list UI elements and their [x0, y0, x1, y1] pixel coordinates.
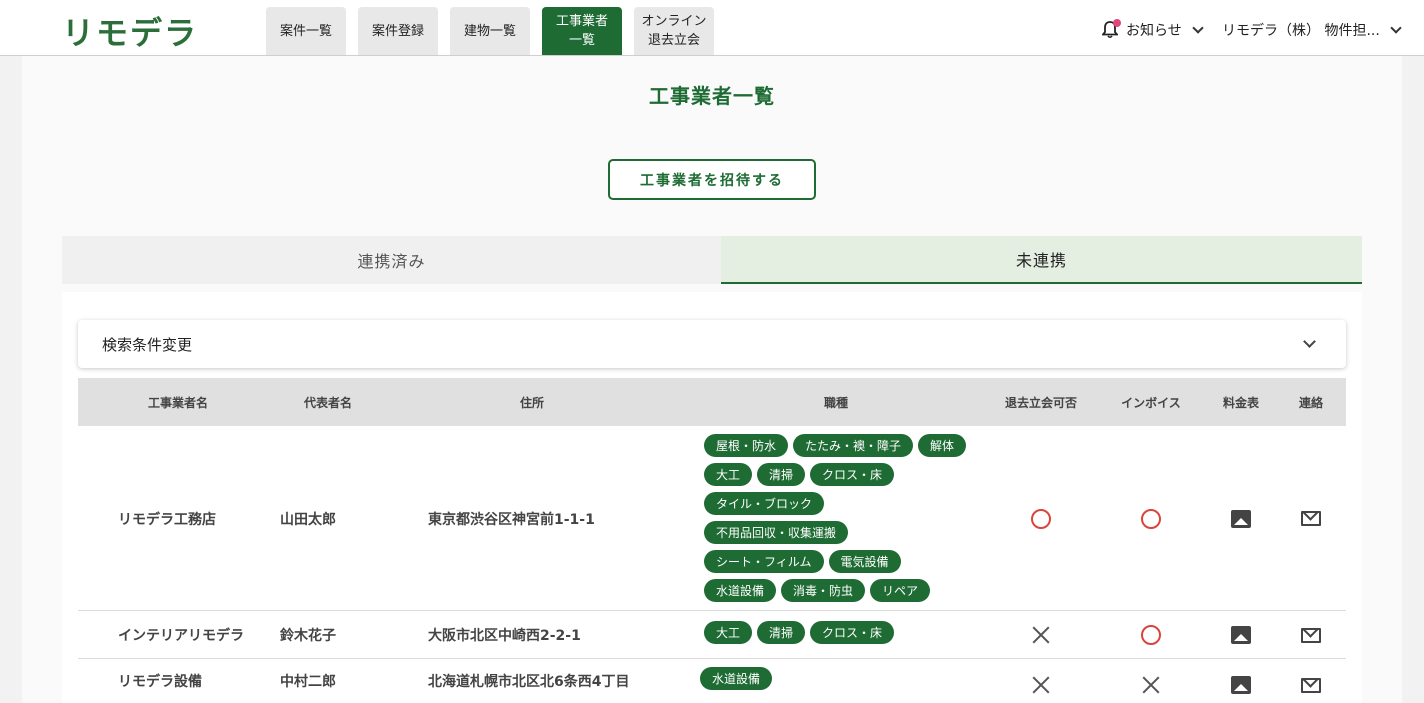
notification-menu[interactable]: お知らせ [1101, 19, 1204, 40]
logo[interactable]: リモデラ [62, 8, 198, 54]
notification-label: お知らせ [1126, 23, 1182, 39]
invoice-status [1096, 611, 1206, 659]
table-row[interactable]: インテリアリモデラ 鈴木花子 大阪市北区中崎西2-2-1 大工 清掃 クロス・床 [78, 611, 1346, 659]
contact-cell [1276, 611, 1346, 659]
nav-tab-label-line2: 退去立会 [647, 33, 700, 48]
column-header: 退去立会可否 [1004, 395, 1077, 410]
trade-tag: 水道設備 [700, 667, 773, 690]
nav-tab-contractor-list[interactable]: 工事業者 一覧 [542, 7, 622, 55]
representative-name: 鈴木花子 [280, 628, 336, 644]
search-conditions-label: 検索条件変更 [102, 335, 193, 354]
move-out-status [986, 663, 1096, 703]
right-margin [1402, 56, 1424, 703]
price-list-cell [1206, 426, 1276, 611]
trade-tag: 水道設備 [704, 579, 777, 602]
column-header: 工事業者名 [147, 395, 208, 410]
nav-tab-building-list[interactable]: 建物一覧 [450, 7, 530, 55]
nav-tab-label-line2: 一覧 [568, 33, 595, 48]
image-icon[interactable] [1231, 626, 1251, 644]
bell-icon [1101, 19, 1121, 39]
column-header: 代表者名 [303, 395, 352, 410]
mail-icon[interactable] [1301, 627, 1321, 643]
trade-tag: たたみ・襖・障子 [793, 434, 914, 457]
company-name: リモデラ工務店 [118, 511, 216, 528]
trade-tag: 清掃 [757, 621, 806, 644]
price-list-cell [1206, 663, 1276, 703]
chevron-down-icon [1303, 335, 1316, 348]
column-header: 料金表 [1222, 395, 1259, 410]
price-list-cell [1206, 611, 1276, 659]
column-header: インボイス [1121, 395, 1181, 410]
tab-label: 連携済み [357, 252, 426, 271]
column-header: 職種 [823, 395, 848, 410]
trade-tag: 清掃 [757, 463, 806, 486]
tab-linked[interactable]: 連携済み [62, 236, 721, 284]
trade-tag: 不用品回収・収集運搬 [704, 521, 849, 544]
representative-name: 中村二郎 [280, 674, 336, 690]
tab-unlinked[interactable]: 未連携 [721, 236, 1362, 284]
column-header: 住所 [519, 395, 544, 410]
nav-tab-project-list[interactable]: 案件一覧 [266, 7, 346, 55]
cross-ng-icon [1032, 676, 1050, 694]
address: 北海道札幌市北区北6条西4丁目 [428, 674, 630, 690]
trade-tag: リペア [870, 579, 931, 602]
trade-tag: 解体 [918, 434, 967, 457]
mail-icon[interactable] [1301, 677, 1321, 693]
trade-tags: 水道設備 [700, 667, 773, 690]
contact-cell [1276, 426, 1346, 611]
user-menu[interactable]: リモデラ（株） 物件担... [1222, 20, 1402, 40]
trade-tag: 電気設備 [828, 550, 901, 573]
notification-badge [1113, 19, 1121, 27]
user-label: リモデラ（株） 物件担... [1222, 23, 1380, 39]
nav-tab-label-line1: 工事業者 [555, 14, 608, 29]
trade-tags: 大工 清掃 クロス・床 [704, 621, 895, 644]
circle-ok-icon [1141, 625, 1161, 645]
invoice-status [1096, 426, 1206, 611]
nav-tab-online-inspection[interactable]: オンライン 退去立会 [634, 7, 714, 55]
nav-tab-label-line1: オンライン [641, 14, 707, 29]
representative-name: 山田太郎 [280, 511, 336, 528]
address: 大阪市北区中崎西2-2-1 [428, 628, 581, 644]
table-row[interactable]: リモデラ設備 中村二郎 北海道札幌市北区北6条西4丁目 水道設備 [78, 659, 1346, 703]
nav-tab-label: 案件一覧 [279, 23, 332, 39]
trade-tag: 大工 [704, 463, 753, 486]
column-header: 連絡 [1298, 395, 1323, 410]
mail-icon[interactable] [1301, 511, 1321, 526]
trade-tag: 消毒・防虫 [781, 579, 866, 602]
chevron-down-icon [1192, 21, 1204, 34]
cross-ng-icon [1032, 626, 1050, 644]
app-header: リモデラ 案件一覧 案件登録 建物一覧 工事業者 一覧 オンライン 退去立会 お… [0, 0, 1424, 56]
move-out-status [986, 611, 1096, 659]
circle-ok-icon [1031, 508, 1051, 529]
circle-ok-icon [1141, 508, 1161, 529]
trade-tag: 大工 [704, 621, 753, 644]
invoice-status [1096, 663, 1206, 703]
table-row[interactable]: リモデラ工務店 山田太郎 東京都渋谷区神宮前1-1-1 屋根・防水 たたみ・襖・… [78, 426, 1346, 611]
trade-tag: 屋根・防水 [704, 434, 789, 457]
image-icon[interactable] [1231, 676, 1251, 694]
nav-tab-project-register[interactable]: 案件登録 [358, 7, 438, 55]
trade-tag: クロス・床 [810, 463, 895, 486]
trade-tag: シート・フィルム [704, 550, 824, 573]
table-header: 工事業者名 代表者名 住所 職種 退去立会可否 インボイス 料金表 連絡 [78, 378, 1346, 426]
move-out-status [986, 426, 1096, 611]
chevron-down-icon [1390, 21, 1402, 34]
trade-tag: タイル・ブロック [704, 492, 825, 515]
company-name: リモデラ設備 [118, 674, 202, 690]
address: 東京都渋谷区神宮前1-1-1 [428, 511, 595, 528]
nav-tab-label: 案件登録 [371, 23, 424, 39]
trade-tags: 屋根・防水 たたみ・襖・障子 解体 大工 清掃 クロス・床 タイル・ブロック 不… [704, 434, 967, 602]
company-name: インテリアリモデラ [118, 628, 244, 644]
contractor-table: 工事業者名 代表者名 住所 職種 退去立会可否 インボイス 料金表 連絡 リモデ… [78, 378, 1346, 703]
contact-cell [1276, 663, 1346, 703]
search-conditions-toggle[interactable]: 検索条件変更 [78, 320, 1346, 368]
image-icon[interactable] [1231, 509, 1251, 528]
tab-label: 未連携 [1015, 251, 1067, 270]
invite-contractor-button[interactable]: 工事業者を招待する [608, 159, 816, 200]
page-title: 工事業者一覧 [649, 84, 775, 108]
nav-tab-label: 建物一覧 [463, 23, 516, 39]
cross-ng-icon [1142, 676, 1160, 694]
trade-tag: クロス・床 [810, 621, 895, 644]
